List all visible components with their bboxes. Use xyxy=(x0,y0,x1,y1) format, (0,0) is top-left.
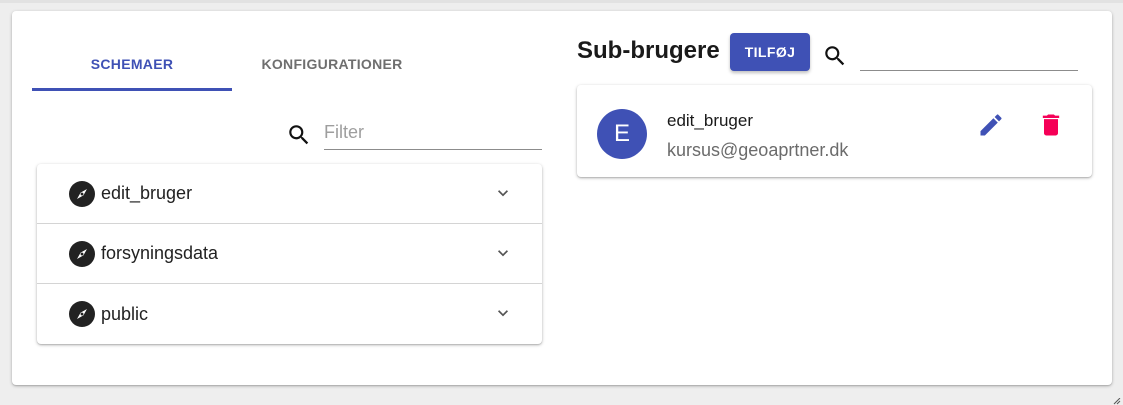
schema-item-forsyningsdata[interactable]: forsyningsdata xyxy=(37,224,542,284)
sub-users-title: Sub-brugere xyxy=(577,37,720,64)
main-card: SCHEMAER KONFIGURATIONER edit_bruger xyxy=(12,11,1112,385)
schema-label: forsyningsdata xyxy=(101,243,219,263)
chevron-down-icon[interactable] xyxy=(493,183,513,203)
user-card: E edit_bruger kursus@geoaprtner.dk xyxy=(577,85,1092,177)
schema-item-public[interactable]: public xyxy=(37,284,542,344)
top-divider xyxy=(0,0,1123,3)
user-search-input[interactable] xyxy=(860,35,1078,71)
filter-field xyxy=(286,116,542,152)
chevron-down-icon[interactable] xyxy=(493,303,513,323)
user-name: edit_bruger xyxy=(667,111,754,130)
search-icon[interactable] xyxy=(822,43,848,69)
resize-grip-icon xyxy=(1113,398,1121,405)
edit-pencil-icon[interactable] xyxy=(977,111,1005,139)
delete-trash-icon[interactable] xyxy=(1037,111,1065,139)
active-tab-indicator xyxy=(32,88,232,91)
tab-konfigurationer[interactable]: KONFIGURATIONER xyxy=(232,39,432,89)
schema-item-edit-bruger[interactable]: edit_bruger xyxy=(37,164,542,224)
schema-list: edit_bruger forsyningsdata public xyxy=(37,164,542,344)
schema-label: public xyxy=(101,303,149,324)
user-email: kursus@geoaprtner.dk xyxy=(667,140,849,160)
tab-schemaer[interactable]: SCHEMAER xyxy=(32,39,232,89)
compass-icon xyxy=(69,241,95,267)
filter-input[interactable] xyxy=(324,116,542,150)
avatar: E xyxy=(597,109,647,159)
compass-icon xyxy=(69,301,95,327)
search-icon xyxy=(289,125,309,145)
schema-label: edit_bruger xyxy=(101,183,193,203)
chevron-down-icon[interactable] xyxy=(493,243,513,263)
add-user-button[interactable]: TILFØJ xyxy=(730,33,810,71)
compass-icon xyxy=(69,181,95,207)
tab-bar: SCHEMAER KONFIGURATIONER xyxy=(32,39,432,91)
